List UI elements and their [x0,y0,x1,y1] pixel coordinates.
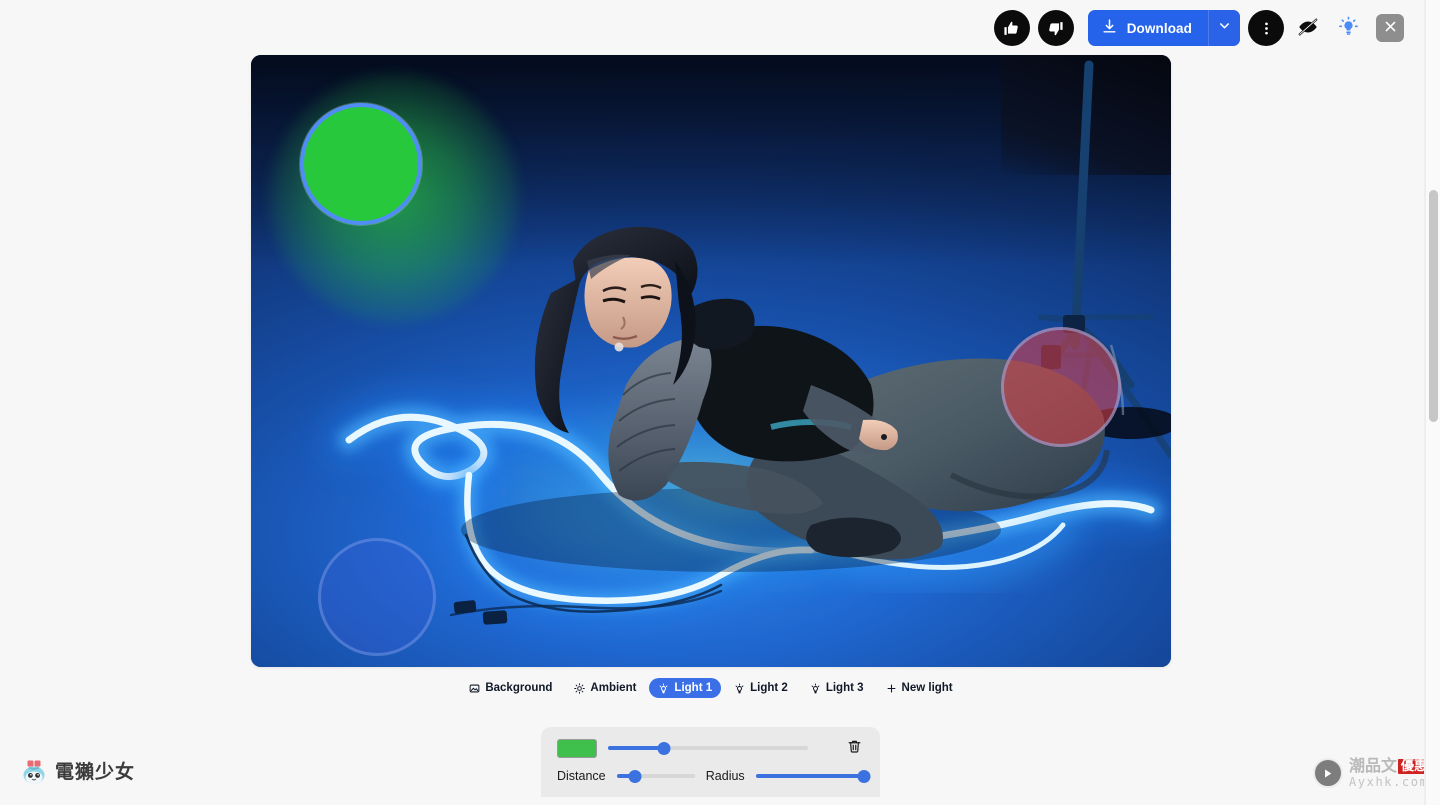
light-2-handle[interactable] [1001,327,1121,447]
download-button[interactable]: Download [1088,10,1208,46]
panel-row-color-intensity [557,738,864,758]
tab-background-label: Background [485,682,552,694]
tab-ambient[interactable]: Ambient [565,678,645,698]
tab-light-2-label: Light 2 [750,682,788,694]
radius-slider-thumb[interactable] [858,770,871,783]
watermark-left-text: 電獺少女 [55,757,135,784]
scrollbar-track[interactable] [1425,0,1440,805]
thumbs-up-icon [1003,20,1020,37]
thumbs-down-icon [1047,20,1064,37]
close-button[interactable] [1376,14,1404,42]
light-icon [658,683,669,694]
hide-preview-button[interactable] [1292,12,1324,44]
watermark-left: 電獺少女 [20,757,135,784]
tab-light-1-label: Light 1 [674,682,712,694]
tab-light-3[interactable]: Light 3 [801,678,873,698]
image-icon [469,683,480,694]
thumbs-down-button[interactable] [1038,10,1074,46]
play-button-icon [1313,758,1343,788]
panel-row-distance-radius: Distance Radius [557,769,864,783]
download-icon [1101,18,1118,38]
intensity-slider[interactable] [608,741,808,755]
download-button-group[interactable]: Download [1088,10,1240,46]
download-options-caret[interactable] [1208,10,1240,46]
light-1-handle[interactable] [300,103,422,225]
distance-label: Distance [557,769,606,783]
delete-light-button[interactable] [844,738,864,758]
light-icon [734,683,745,694]
intensity-slider-fill [608,746,664,750]
more-options-button[interactable] [1248,10,1284,46]
watermark-avatar [20,758,48,784]
dots-vertical-icon [1258,20,1275,37]
tab-new-light-label: New light [902,682,953,694]
radius-slider-fill [756,774,864,778]
tab-background[interactable]: Background [460,678,561,698]
light-3-handle[interactable] [318,538,436,656]
sun-icon [574,683,585,694]
watermark-right-url: Ayxhk.com [1349,776,1430,788]
image-canvas[interactable] [251,55,1171,667]
light-tabs: Background Ambient Light 1 [251,678,1171,698]
watermark-right-stack: 潮品文 優惠 Ayxhk.com [1349,758,1430,788]
watermark-right: 潮品文 優惠 Ayxhk.com [1313,758,1430,788]
tab-new-light[interactable]: New light [877,678,962,698]
eye-off-icon [1297,16,1319,41]
tab-light-3-label: Light 3 [826,682,864,694]
distance-slider[interactable] [617,769,695,783]
distance-slider-thumb[interactable] [629,770,642,783]
watermark-right-row: 潮品文 優惠 [1349,758,1430,774]
lightbulb-icon [1338,16,1359,40]
chevron-down-icon [1217,18,1232,38]
top-toolbar: Download [994,10,1404,46]
lighting-toggle-button[interactable] [1332,12,1364,44]
thumbs-up-button[interactable] [994,10,1030,46]
radius-label: Radius [706,769,745,783]
plus-icon [886,683,897,694]
watermark-right-text: 潮品文 [1349,758,1397,774]
light-settings-panel: Distance Radius [541,727,880,797]
tab-light-1[interactable]: Light 1 [649,678,721,698]
app-root: Download [0,0,1440,805]
tab-ambient-label: Ambient [590,682,636,694]
light-icon [810,683,821,694]
tab-light-2[interactable]: Light 2 [725,678,797,698]
close-icon [1383,19,1398,37]
download-label: Download [1127,21,1192,36]
trash-icon [847,739,862,757]
scrollbar-thumb[interactable] [1429,190,1438,422]
light-color-swatch[interactable] [557,739,597,758]
radius-slider[interactable] [756,769,864,783]
intensity-slider-thumb[interactable] [658,742,671,755]
